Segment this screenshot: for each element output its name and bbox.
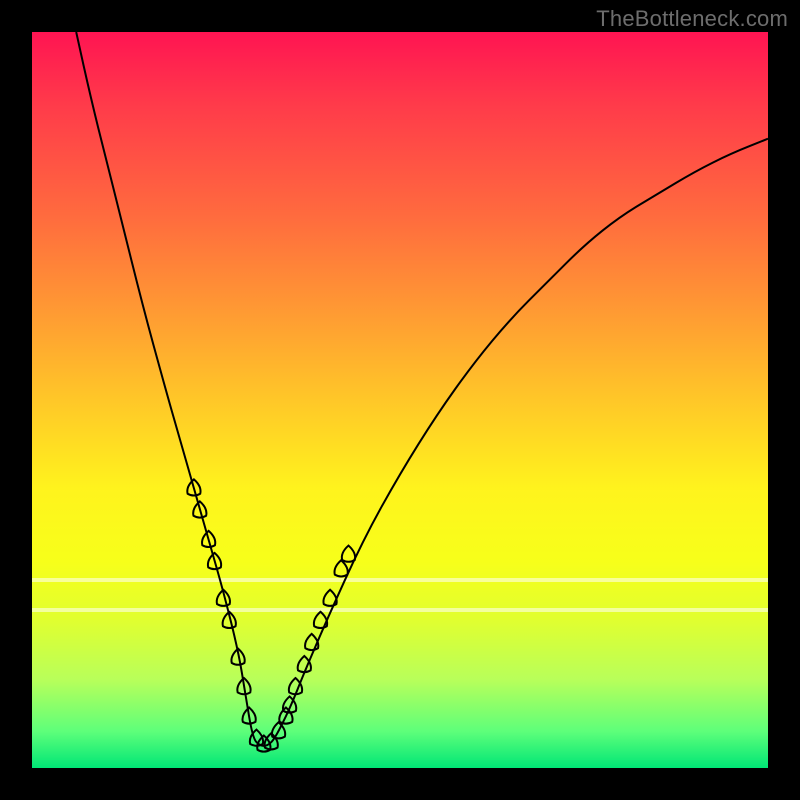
valley-marker	[334, 560, 347, 576]
valley-marker	[342, 546, 355, 562]
watermark-text: TheBottleneck.com	[596, 6, 788, 32]
outer-frame: TheBottleneck.com	[0, 0, 800, 800]
plot-area	[32, 32, 768, 768]
bottleneck-curve	[76, 32, 768, 746]
chart-svg	[32, 32, 768, 768]
